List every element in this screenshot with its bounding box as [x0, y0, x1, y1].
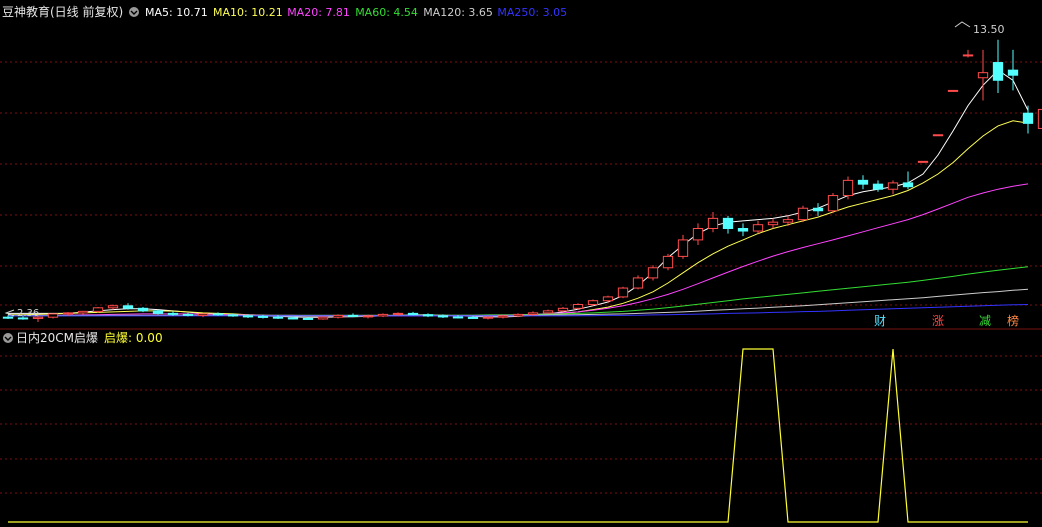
- candle: [632, 275, 644, 290]
- candle: [812, 203, 824, 216]
- ma-line-ma5: [8, 69, 1029, 318]
- candle: [602, 295, 614, 304]
- candle: [917, 160, 929, 163]
- event-marker-2[interactable]: 减: [979, 314, 991, 328]
- candle: [857, 175, 869, 190]
- candle: [542, 309, 554, 314]
- candle: [962, 49, 974, 58]
- candle: [422, 313, 434, 318]
- main-grid: [0, 61, 1042, 306]
- candle: [647, 265, 659, 281]
- candle: [482, 316, 494, 320]
- candle: [842, 176, 854, 200]
- candle: [737, 223, 749, 237]
- indicator-line: [8, 348, 1028, 523]
- candle: [347, 313, 359, 318]
- candle: [992, 39, 1004, 93]
- sub-grid: [0, 355, 1042, 494]
- high-price-annotation: 13.50: [954, 21, 1005, 36]
- ma-legend-item-4: MA120: 3.65: [423, 6, 493, 19]
- candlesticks: [2, 39, 1042, 322]
- candle: [407, 311, 419, 316]
- candle: [377, 313, 389, 318]
- candle: [722, 215, 734, 234]
- candle: [932, 134, 944, 137]
- indicator-name: 日内20CM启爆: [16, 331, 98, 345]
- candle: [692, 223, 704, 245]
- ma-legend-item-0: MA5: 10.71: [145, 6, 208, 19]
- candle: [497, 314, 509, 319]
- chart-canvas: 豆神教育(日线 前复权) MA5: 10.71 MA10: 10.21 MA20: …: [0, 4, 1042, 523]
- candle: [587, 299, 599, 306]
- event-marker-3[interactable]: 榜: [1007, 313, 1019, 328]
- sub-settings-icon[interactable]: [3, 333, 13, 343]
- candle: [1007, 49, 1019, 91]
- candle: [662, 253, 674, 271]
- candle: [332, 314, 344, 319]
- candle: [317, 316, 329, 320]
- event-marker-1[interactable]: 涨: [932, 313, 944, 328]
- chart-title: 豆神教育(日线 前复权): [2, 4, 123, 19]
- low-price-label: 2.36: [17, 308, 39, 319]
- candle: [122, 303, 134, 310]
- candle: [947, 89, 959, 92]
- moving-average-lines: [8, 69, 1029, 318]
- candle: [1037, 108, 1042, 129]
- event-markers: 财涨减榜: [874, 313, 1019, 328]
- candle: [767, 218, 779, 229]
- high-price-label: 13.50: [973, 23, 1005, 36]
- candle: [617, 286, 629, 299]
- candle: [902, 171, 914, 190]
- ma-line-ma60: [8, 266, 1029, 317]
- candle: [797, 205, 809, 223]
- ma-line-ma10: [8, 120, 1029, 317]
- ma-legend-item-2: MA20: 7.81: [287, 6, 350, 19]
- candle: [752, 220, 764, 234]
- candle: [977, 49, 989, 101]
- ma-legend: MA5: 10.71 MA10: 10.21 MA20: 7.81 MA60: 4.5…: [145, 6, 567, 19]
- indicator-value: 启爆: 0.00: [104, 331, 163, 345]
- candle: [1022, 105, 1034, 134]
- candle: [677, 234, 689, 259]
- ma-line-ma20: [8, 183, 1029, 317]
- candle: [887, 180, 899, 195]
- candle: [572, 303, 584, 310]
- candle: [782, 215, 794, 226]
- ma-legend-item-5: MA250: 3.05: [497, 6, 567, 19]
- event-marker-0[interactable]: 财: [874, 314, 886, 328]
- candle: [77, 310, 89, 315]
- ma-legend-item-3: MA60: 4.54: [355, 6, 418, 19]
- main-settings-icon[interactable]: [129, 7, 139, 17]
- candle: [47, 313, 59, 319]
- candle: [827, 193, 839, 214]
- indicator-series-line: [8, 348, 1028, 523]
- ma-legend-item-1: MA10: 10.21: [213, 6, 283, 19]
- candle: [197, 313, 209, 318]
